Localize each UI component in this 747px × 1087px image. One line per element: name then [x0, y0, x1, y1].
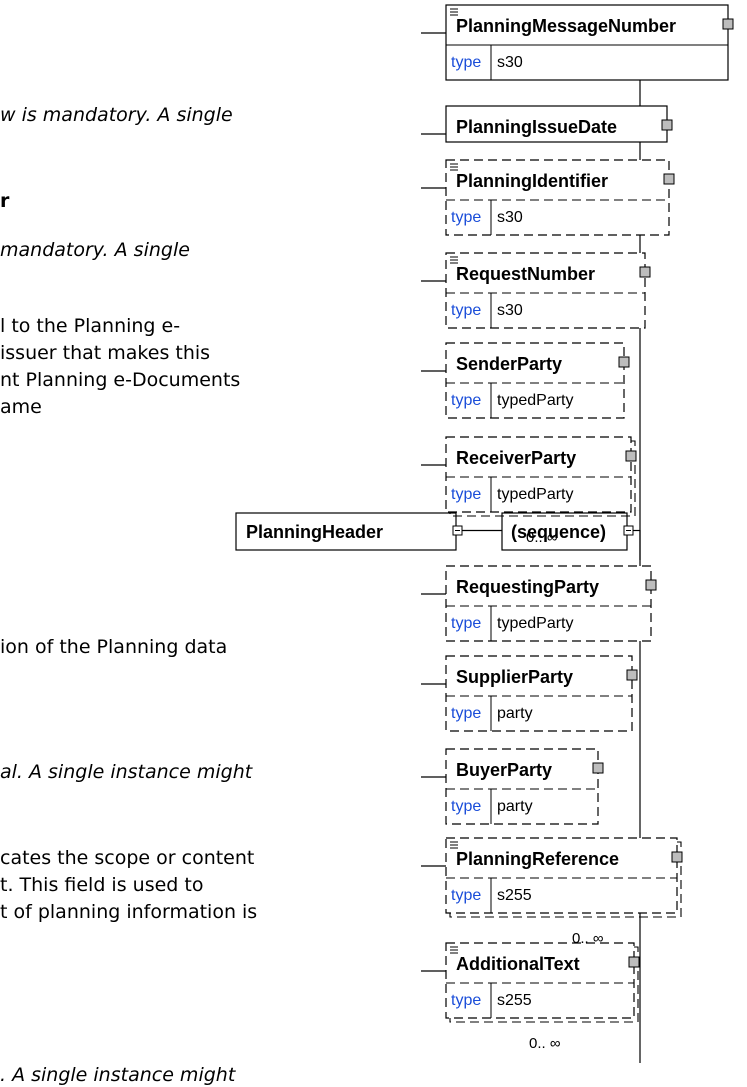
- element-node-additional-text[interactable]: AdditionalText type s255 0.. ∞: [421, 942, 640, 1052]
- element-name: AdditionalText: [456, 954, 580, 974]
- type-value: s255: [497, 992, 532, 1009]
- element-name: RequestingParty: [456, 577, 599, 597]
- type-value: party: [497, 798, 533, 815]
- element-node-planning-reference[interactable]: PlanningReferencetype s2550.. ∞: [421, 837, 683, 947]
- element-node-sender-party[interactable]: SenderParty type typedParty: [421, 342, 630, 419]
- element-name: SenderParty: [456, 354, 562, 374]
- element-node-planning-identifier[interactable]: PlanningIdentifier type s30: [421, 159, 675, 236]
- type-value: s255: [497, 887, 532, 904]
- type-label[interactable]: type: [451, 992, 481, 1009]
- root-node-label: PlanningHeader: [246, 522, 383, 542]
- element-node-buyer-party[interactable]: BuyerParty type party: [421, 748, 604, 825]
- element-name: PlanningIdentifier: [456, 171, 608, 191]
- type-label[interactable]: type: [451, 54, 481, 71]
- element-node-planning-issue-date[interactable]: PlanningIssueDate: [421, 105, 673, 143]
- type-label[interactable]: type: [451, 887, 481, 904]
- expand-toggle-icon: [625, 450, 637, 462]
- expand-toggle-icon: [628, 956, 640, 968]
- element-node-requesting-party[interactable]: RequestingParty type typedParty: [421, 565, 657, 642]
- expand-toggle-icon: [618, 356, 630, 368]
- type-value: s30: [497, 302, 523, 319]
- root-node[interactable]: PlanningHeader: [235, 512, 463, 551]
- type-value: typedParty: [497, 615, 573, 632]
- element-node-planning-message-number[interactable]: PlanningMessageNumber type s30: [421, 4, 734, 81]
- multiplicity-label: 0.. ∞: [526, 529, 558, 546]
- type-label[interactable]: type: [451, 392, 481, 409]
- expand-toggle-icon: [661, 119, 673, 131]
- type-value: typedParty: [497, 486, 573, 503]
- element-node-request-number[interactable]: RequestNumber type s30: [421, 252, 651, 329]
- element-name: SupplierParty: [456, 667, 573, 687]
- schema-diagram: PlanningHeader (sequence) PlanningMessag…: [235, 4, 734, 1063]
- type-label[interactable]: type: [451, 705, 481, 722]
- type-value: s30: [497, 209, 523, 226]
- type-value: s30: [497, 54, 523, 71]
- expand-toggle-icon: [671, 851, 683, 863]
- multiplicity-label: 0.. ∞: [529, 1035, 561, 1052]
- element-name: RequestNumber: [456, 264, 595, 284]
- type-value: party: [497, 705, 533, 722]
- type-label[interactable]: type: [451, 615, 481, 632]
- element-node-supplier-party[interactable]: SupplierParty type party: [421, 655, 638, 732]
- type-value: typedParty: [497, 392, 573, 409]
- element-name: PlanningReference: [456, 849, 619, 869]
- type-label[interactable]: type: [451, 302, 481, 319]
- expand-toggle-icon: [639, 266, 651, 278]
- expand-toggle-icon: [626, 669, 638, 681]
- element-name: ReceiverParty: [456, 448, 576, 468]
- element-name: BuyerParty: [456, 760, 552, 780]
- expand-toggle-icon: [592, 762, 604, 774]
- element-name: PlanningIssueDate: [456, 117, 617, 137]
- expand-toggle-icon: [663, 173, 675, 185]
- sequence-compositor[interactable]: (sequence): [501, 512, 634, 551]
- type-label[interactable]: type: [451, 209, 481, 226]
- element-name: PlanningMessageNumber: [456, 16, 676, 36]
- expand-toggle-icon: [722, 18, 734, 30]
- type-label[interactable]: type: [451, 486, 481, 503]
- type-label[interactable]: type: [451, 798, 481, 815]
- expand-toggle-icon: [645, 579, 657, 591]
